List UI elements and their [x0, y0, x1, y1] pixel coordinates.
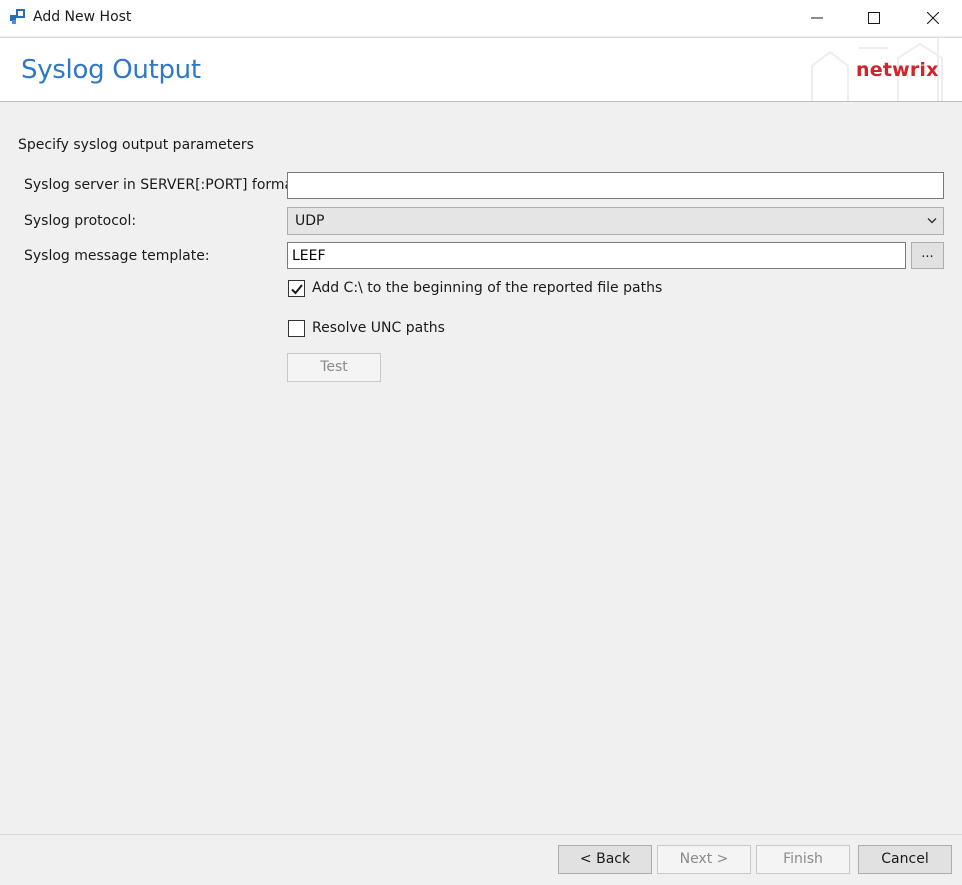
finish-button[interactable]: Finish: [756, 845, 850, 874]
maximize-button[interactable]: [851, 0, 897, 36]
server-label: Syslog server in SERVER[:PORT] format:: [24, 177, 304, 193]
protocol-selected-value: UDP: [295, 213, 325, 229]
chevron-down-icon: [927, 218, 937, 224]
title-bar: Add New Host: [0, 0, 962, 36]
syslog-template-input[interactable]: [287, 242, 906, 269]
maximize-icon: [868, 12, 880, 24]
resolve-unc-label: Resolve UNC paths: [312, 320, 445, 336]
app-icon: [9, 8, 27, 26]
minimize-icon: [811, 17, 823, 19]
page-header: Syslog Output netwrix: [0, 37, 962, 102]
template-label: Syslog message template:: [24, 248, 210, 264]
syslog-protocol-select[interactable]: UDP: [287, 207, 944, 235]
minimize-button[interactable]: [794, 0, 840, 36]
page-title: Syslog Output: [21, 55, 201, 85]
test-button[interactable]: Test: [287, 353, 381, 382]
footer-divider: [0, 834, 962, 835]
add-c-drive-label: Add C:\ to the beginning of the reported…: [312, 280, 663, 296]
close-button[interactable]: [910, 0, 956, 36]
resolve-unc-checkbox[interactable]: [288, 320, 305, 337]
close-icon: [927, 12, 939, 24]
protocol-label: Syslog protocol:: [24, 213, 137, 229]
syslog-server-input[interactable]: [287, 172, 944, 199]
checkmark-icon: [291, 284, 303, 295]
instructions-text: Specify syslog output parameters: [18, 137, 254, 153]
cancel-button[interactable]: Cancel: [858, 845, 952, 874]
window-title: Add New Host: [33, 9, 132, 25]
next-button[interactable]: Next >: [657, 845, 751, 874]
browse-template-button[interactable]: ...: [911, 242, 944, 269]
netwrix-logo: netwrix: [856, 59, 939, 81]
add-c-drive-checkbox[interactable]: [288, 280, 305, 297]
back-button[interactable]: < Back: [558, 845, 652, 874]
